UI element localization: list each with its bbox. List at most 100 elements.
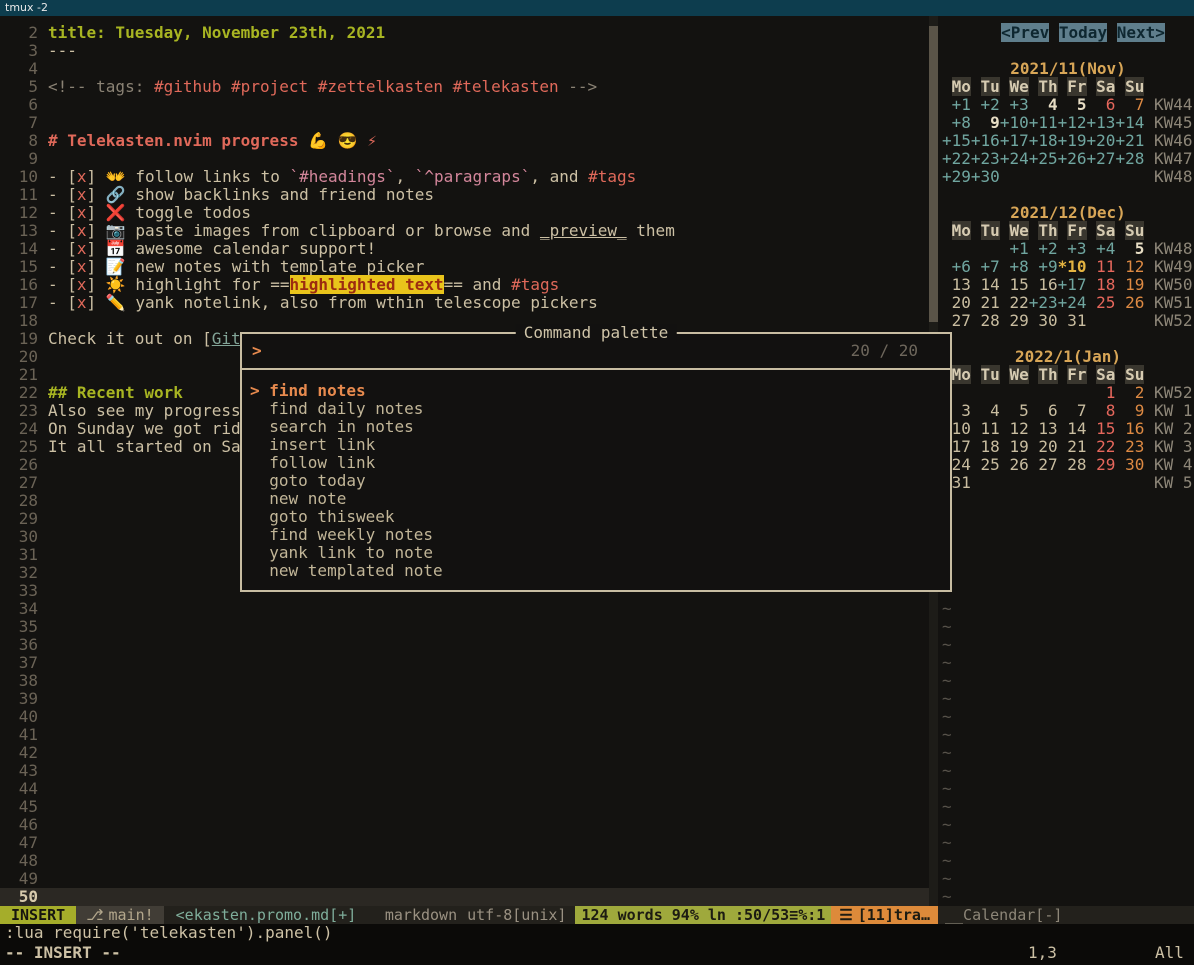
- calendar-day[interactable]: +28: [1115, 149, 1144, 168]
- calendar-day[interactable]: 4: [1029, 95, 1058, 114]
- editor-line[interactable]: 43: [0, 762, 929, 780]
- calendar-day[interactable]: +14: [1115, 113, 1144, 132]
- calendar-day[interactable]: 1: [1087, 383, 1116, 402]
- palette-item[interactable]: new note: [250, 490, 950, 508]
- calendar-day[interactable]: 7: [1058, 401, 1087, 420]
- editor-line[interactable]: 49: [0, 870, 929, 888]
- palette-item[interactable]: find weekly notes: [250, 526, 950, 544]
- calendar-day[interactable]: 16: [1029, 275, 1058, 294]
- calendar-day[interactable]: 12: [1115, 257, 1144, 276]
- calendar-day[interactable]: 26: [1115, 293, 1144, 312]
- palette-item[interactable]: yank link to note: [250, 544, 950, 562]
- editor-line[interactable]: 16- [x] ☀️ highlight for ==highlighted t…: [0, 276, 929, 294]
- calendar-day[interactable]: 8: [1087, 401, 1116, 420]
- calendar-day[interactable]: +17: [1058, 275, 1087, 294]
- calendar-day[interactable]: 9: [1115, 401, 1144, 420]
- calendar-day[interactable]: 20: [1029, 437, 1058, 456]
- calendar-day[interactable]: +27: [1087, 149, 1116, 168]
- editor-line[interactable]: 6: [0, 96, 929, 114]
- editor-line[interactable]: 36: [0, 636, 929, 654]
- palette-item[interactable]: search in notes: [250, 418, 950, 436]
- calendar-day[interactable]: 19: [1115, 275, 1144, 294]
- editor-line[interactable]: 5<!-- tags: #github #project #zettelkast…: [0, 78, 929, 96]
- calendar-day[interactable]: 6: [1029, 401, 1058, 420]
- editor-line[interactable]: 2title: Tuesday, November 23th, 2021: [0, 24, 929, 42]
- editor-line[interactable]: 17- [x] ✏️ yank notelink, also from wthi…: [0, 294, 929, 312]
- editor-line[interactable]: 3---: [0, 42, 929, 60]
- editor-line[interactable]: 40: [0, 708, 929, 726]
- calendar-day[interactable]: +9: [1029, 257, 1058, 276]
- calendar-day[interactable]: +7: [971, 257, 1000, 276]
- calendar-day[interactable]: 2: [1115, 383, 1144, 402]
- calendar-day[interactable]: 15: [1087, 419, 1116, 438]
- calendar-day[interactable]: 14: [1058, 419, 1087, 438]
- editor-line[interactable]: 8# Telekasten.nvim progress 💪 😎 ⚡: [0, 132, 929, 150]
- calendar-day[interactable]: +22: [942, 149, 971, 168]
- calendar-day[interactable]: 18: [1087, 275, 1116, 294]
- calendar-day[interactable]: 16: [1115, 419, 1144, 438]
- calendar-day[interactable]: +11: [1029, 113, 1058, 132]
- calendar-day[interactable]: 9: [971, 113, 1000, 132]
- editor-line[interactable]: 18: [0, 312, 929, 330]
- editor-line[interactable]: 34: [0, 600, 929, 618]
- editor-line[interactable]: 50: [0, 888, 929, 906]
- calendar-day[interactable]: +18: [1029, 131, 1058, 150]
- editor-line[interactable]: 10- [x] 👐 follow links to `#headings`, `…: [0, 168, 929, 186]
- calendar-day[interactable]: +21: [1115, 131, 1144, 150]
- palette-item[interactable]: new templated note: [250, 562, 950, 580]
- calendar-day[interactable]: +2: [1029, 239, 1058, 258]
- editor-line[interactable]: 46: [0, 816, 929, 834]
- calendar-day[interactable]: +17: [1000, 131, 1029, 150]
- calendar-day[interactable]: 13: [942, 275, 971, 294]
- calendar-day[interactable]: 11: [1087, 257, 1116, 276]
- calendar-day[interactable]: 27: [1029, 455, 1058, 474]
- editor-line[interactable]: 41: [0, 726, 929, 744]
- calendar-day[interactable]: 30: [1029, 311, 1058, 330]
- calendar-day[interactable]: 14: [971, 275, 1000, 294]
- editor-line[interactable]: 12- [x] ❌ toggle todos: [0, 204, 929, 222]
- editor-line[interactable]: 48: [0, 852, 929, 870]
- calendar-day[interactable]: 27: [942, 311, 971, 330]
- calendar-day[interactable]: +23: [1029, 293, 1058, 312]
- editor-line[interactable]: 47: [0, 834, 929, 852]
- calendar-day[interactable]: 23: [1115, 437, 1144, 456]
- editor-line[interactable]: 15- [x] 📝 new notes with template picker: [0, 258, 929, 276]
- calendar-day[interactable]: +19: [1058, 131, 1087, 150]
- editor-line[interactable]: 9: [0, 150, 929, 168]
- calendar-day[interactable]: +1: [1000, 239, 1029, 258]
- editor-line[interactable]: 44: [0, 780, 929, 798]
- palette-item[interactable]: goto today: [250, 472, 950, 490]
- calendar-day[interactable]: +10: [1000, 113, 1029, 132]
- calendar-day[interactable]: +4: [1087, 239, 1116, 258]
- calendar-day[interactable]: 6: [1087, 95, 1116, 114]
- calendar-day[interactable]: +16: [971, 131, 1000, 150]
- calendar-day[interactable]: 4: [971, 401, 1000, 420]
- calendar-day[interactable]: 25: [971, 455, 1000, 474]
- calendar-day[interactable]: +24: [1058, 293, 1087, 312]
- calendar-day[interactable]: *10: [1058, 257, 1087, 276]
- calendar-day[interactable]: +15: [942, 131, 971, 150]
- command-line[interactable]: :lua require('telekasten').panel(): [0, 924, 1194, 942]
- calendar-day[interactable]: 12: [1000, 419, 1029, 438]
- calendar-day[interactable]: 11: [971, 419, 1000, 438]
- calendar-day[interactable]: 18: [971, 437, 1000, 456]
- calendar-day[interactable]: 5: [1000, 401, 1029, 420]
- calendar-day[interactable]: +25: [1029, 149, 1058, 168]
- calendar-day[interactable]: 26: [1000, 455, 1029, 474]
- calendar-day[interactable]: 22: [1087, 437, 1116, 456]
- calendar-day[interactable]: 21: [1058, 437, 1087, 456]
- editor-line[interactable]: 14- [x] 📅 awesome calendar support!: [0, 240, 929, 258]
- calendar-day[interactable]: 30: [1115, 455, 1144, 474]
- editor-line[interactable]: 35: [0, 618, 929, 636]
- calendar-day[interactable]: +13: [1087, 113, 1116, 132]
- calendar-day[interactable]: 20: [942, 293, 971, 312]
- palette-item[interactable]: follow link: [250, 454, 950, 472]
- palette-item[interactable]: find daily notes: [250, 400, 950, 418]
- calendar-day[interactable]: 28: [971, 311, 1000, 330]
- calendar-day[interactable]: 22: [1000, 293, 1029, 312]
- calendar-day[interactable]: +3: [1000, 95, 1029, 114]
- calendar-day[interactable]: +12: [1058, 113, 1087, 132]
- calendar-day[interactable]: +1: [942, 95, 971, 114]
- calendar-day[interactable]: 29: [1087, 455, 1116, 474]
- editor-line[interactable]: 7: [0, 114, 929, 132]
